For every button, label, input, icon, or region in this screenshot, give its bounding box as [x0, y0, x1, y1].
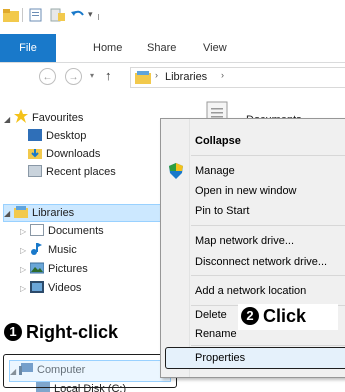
nav-item-documents[interactable]: Documents	[30, 222, 104, 240]
nav-favourites[interactable]: Favourites	[14, 109, 83, 127]
tab-view[interactable]: View	[203, 34, 227, 62]
callout-click: 2 Click	[241, 306, 306, 327]
menu-separator	[191, 155, 345, 156]
properties-icon[interactable]	[28, 8, 44, 22]
libraries-icon	[14, 206, 28, 218]
callout-text: Right-click	[26, 322, 119, 342]
nav-item-label: Downloads	[46, 148, 101, 160]
menu-item-rename[interactable]: Rename	[195, 324, 237, 344]
menu-item-properties[interactable]: Properties	[195, 348, 245, 368]
nav-item-label: Documents	[48, 225, 104, 237]
properties-highlight-box	[165, 347, 345, 369]
menu-separator	[191, 275, 345, 276]
callout-number: 2	[241, 307, 259, 325]
music-icon	[30, 243, 44, 255]
divider	[98, 14, 99, 20]
title-bar: ▾	[0, 0, 345, 32]
up-button[interactable]: ↑	[105, 68, 112, 83]
menu-item-add-network-location[interactable]: Add a network location	[195, 281, 306, 301]
customize-qat-icon[interactable]: ▾	[88, 9, 93, 20]
callout-text: Click	[263, 306, 307, 326]
expand-arrow-icon[interactable]: ◢	[4, 209, 10, 218]
ribbon: File Home Share View	[0, 34, 345, 63]
nav-item-recent-places[interactable]: Recent places	[14, 163, 116, 181]
folder-icon	[3, 9, 19, 22]
pictures-icon	[29, 262, 45, 274]
menu-separator	[191, 225, 345, 226]
documents-icon	[30, 224, 44, 236]
address-bar[interactable]: › Libraries ›	[130, 67, 345, 88]
breadcrumb-separator-icon[interactable]: ›	[155, 70, 158, 80]
shield-icon	[169, 163, 183, 179]
nav-libraries[interactable]: Libraries	[14, 204, 74, 222]
expand-arrow-icon[interactable]: ◢	[4, 115, 10, 124]
nav-item-label: Music	[48, 244, 77, 256]
nav-item-downloads[interactable]: Downloads	[14, 145, 100, 163]
nav-item-videos[interactable]: Videos	[30, 279, 81, 297]
libraries-icon	[135, 71, 151, 84]
collapsed-arrow-icon[interactable]: ▷	[20, 227, 26, 236]
menu-separator	[191, 345, 345, 346]
nav-selection-highlight	[9, 360, 171, 382]
nav-favourites-label: Favourites	[32, 112, 84, 124]
menu-item-map-network-drive[interactable]: Map network drive...	[195, 231, 294, 251]
forward-button[interactable]: →	[65, 68, 82, 85]
callout-right-click: 1 Right-click	[4, 322, 118, 343]
nav-item-music[interactable]: Music	[30, 241, 77, 259]
menu-item-open-new-window[interactable]: Open in new window	[195, 181, 297, 201]
nav-libraries-label: Libraries	[32, 207, 75, 219]
tab-home[interactable]: Home	[93, 34, 122, 62]
nav-item-desktop[interactable]: Desktop	[14, 127, 86, 145]
star-icon	[14, 109, 28, 123]
recent-locations-icon[interactable]: ▾	[90, 71, 94, 80]
undo-icon[interactable]	[70, 8, 86, 22]
menu-icon-strip	[161, 119, 190, 377]
menu-item-pin-to-start[interactable]: Pin to Start	[195, 201, 249, 221]
tab-share[interactable]: Share	[147, 34, 176, 62]
videos-icon	[30, 281, 44, 293]
navigation-bar: ← → ▾ ↑ › Libraries ›	[0, 64, 345, 90]
desktop-icon	[28, 129, 42, 141]
nav-item-pictures[interactable]: Pictures	[29, 260, 88, 278]
menu-item-collapse[interactable]: Collapse	[195, 131, 241, 151]
new-folder-icon[interactable]	[50, 8, 66, 22]
breadcrumb-separator-icon[interactable]: ›	[221, 70, 224, 80]
collapsed-arrow-icon[interactable]: ▷	[20, 284, 26, 293]
downloads-icon	[28, 147, 42, 159]
context-menu: Collapse Manage Open in new window Pin t…	[160, 118, 345, 378]
tab-file[interactable]: File	[0, 34, 56, 62]
menu-item-disconnect-network-drive[interactable]: Disconnect network drive...	[195, 252, 327, 272]
callout-number: 1	[4, 323, 22, 341]
nav-item-label: Pictures	[48, 263, 88, 275]
nav-item-label: Videos	[48, 282, 82, 294]
collapsed-arrow-icon[interactable]: ▷	[20, 246, 26, 255]
breadcrumb-libraries[interactable]: Libraries	[165, 71, 207, 83]
nav-item-label: Recent places	[46, 166, 116, 178]
menu-item-manage[interactable]: Manage	[195, 161, 235, 181]
recent-places-icon	[28, 165, 42, 177]
menu-item-delete[interactable]: Delete	[195, 305, 227, 325]
divider	[22, 8, 23, 22]
collapsed-arrow-icon[interactable]: ▷	[20, 265, 26, 274]
back-button[interactable]: ←	[39, 68, 56, 85]
nav-item-label: Desktop	[46, 130, 87, 142]
